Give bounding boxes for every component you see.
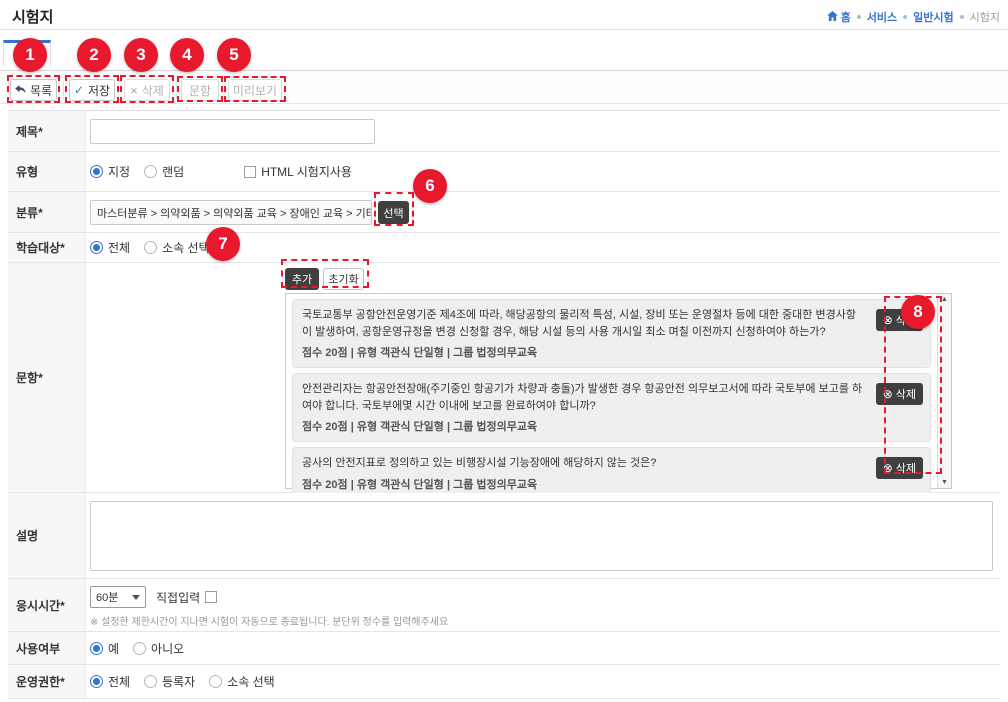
breadcrumb-separator [960,15,964,19]
title-content [86,111,1000,151]
highlight-box-save [65,75,119,103]
home-icon [827,11,838,24]
breadcrumb-home[interactable]: 홈 [827,9,851,25]
questions-label: 문항* [8,263,86,492]
duration-note: ※ 설정한 제한시간이 지나면 시험이 자동으로 종료됩니다. 분단위 정수를 … [90,613,448,628]
duration-row: 응시시간* 60분 직접입력 ※ 설정한 제한시간이 지나면 시험이 자동으로 … [8,579,1000,632]
permission-radio-all[interactable]: 전체 [90,673,130,690]
scroll-up-icon[interactable]: ▲ [941,296,948,303]
direct-input-checkbox[interactable]: 직접입력 [156,589,217,606]
radio-selected-icon [90,165,103,178]
questions-row: 문항* 추가 초기화 국토교통부 공항안전운영기준 제4조에 따라, 해당공항의… [8,263,1000,493]
html-paper-checkbox[interactable]: HTML 시험지사용 [244,163,352,180]
category-content: 마스터분류 > 의약외품 > 의약외품 교육 > 장애인 교육 > 기타 교육 … [86,192,1000,232]
target-radio-org-select[interactable]: 소속 선택 [144,239,210,256]
category-row: 분류* 마스터분류 > 의약외품 > 의약외품 교육 > 장애인 교육 > 기타… [8,192,1000,233]
annotation-badge-8: 8 [901,295,935,329]
radio-icon [209,675,222,688]
category-path-field: 마스터분류 > 의약외품 > 의약외품 교육 > 장애인 교육 > 기타 교육 [90,200,372,225]
breadcrumb-separator [857,15,861,19]
type-content: 지정 랜덤 HTML 시험지사용 [86,152,1000,191]
highlight-box-question [177,76,223,102]
questions-content: 추가 초기화 국토교통부 공항안전운영기준 제4조에 따라, 해당공항의 물리적… [86,263,1000,492]
question-meta: 점수 20점 | 유형 객관식 단일형 | 그룹 법정의무교육 [302,476,866,492]
highlight-box-list [7,75,60,103]
page-header: 시험지 홈 서비스 일반시험 시험지 [0,0,1008,30]
question-cards: 국토교통부 공항안전운영기준 제4조에 따라, 해당공항의 물리적 특성, 시설… [292,299,931,505]
highlight-box-preview [224,76,286,102]
page-title: 시험지 [12,6,53,27]
checkbox-icon [205,591,217,603]
duration-select[interactable]: 60분 [90,586,146,608]
highlight-box-add-reset [281,259,369,288]
use-radio-yes[interactable]: 예 [90,640,119,657]
annotation-badge-1: 1 [13,38,47,72]
question-meta: 점수 20점 | 유형 객관식 단일형 | 그룹 법정의무교육 [302,418,866,434]
permission-radio-org-select[interactable]: 소속 선택 [209,673,275,690]
description-label: 설명 [8,493,86,578]
question-card: 공사의 안전지표로 정의하고 있는 비행장시설 기능장애에 해당하지 않는 것은… [292,447,931,500]
toolbar-divider [63,81,64,99]
radio-selected-icon [90,241,103,254]
radio-icon [144,241,157,254]
radio-icon [133,642,146,655]
duration-content: 60분 직접입력 ※ 설정한 제한시간이 지나면 시험이 자동으로 종료됩니다.… [86,579,1000,631]
breadcrumb-separator [903,15,907,19]
question-text: 국토교통부 공항안전운영기준 제4조에 따라, 해당공항의 물리적 특성, 시설… [302,307,866,340]
question-list: 국토교통부 공항안전운영기준 제4조에 따라, 해당공항의 물리적 특성, 시설… [285,293,952,489]
permission-row: 운영권한* 전체 등록자 소속 선택 [8,665,1000,699]
target-row: 학습대상* 전체 소속 선택 [8,233,1000,263]
title-input[interactable] [90,119,375,144]
use-row: 사용여부 예 아니오 [8,632,1000,665]
exam-form-table: 제목* 유형 지정 랜덤 HTML 시험지사용 [8,110,1000,699]
question-text: 공사의 안전지표로 정의하고 있는 비행장시설 기능장애에 해당하지 않는 것은… [302,455,866,472]
question-meta: 점수 20점 | 유형 객관식 단일형 | 그룹 법정의무교육 [302,344,866,360]
duration-label: 응시시간* [8,579,86,631]
permission-radio-registrant[interactable]: 등록자 [144,673,195,690]
use-label: 사용여부 [8,632,86,664]
exam-paper-form-page: 시험지 홈 서비스 일반시험 시험지 등록 목록 ✓ 저장 × 삭제 [0,0,1008,702]
title-label: 제목* [8,111,86,151]
category-label: 분류* [8,192,86,232]
question-card: 국토교통부 공항안전운영기준 제4조에 따라, 해당공항의 물리적 특성, 시설… [292,299,931,368]
description-content [86,493,1000,578]
annotation-badge-4: 4 [170,38,204,72]
annotation-badge-6: 6 [413,169,447,203]
permission-label: 운영권한* [8,665,86,698]
checkbox-icon [244,166,256,178]
annotation-badge-2: 2 [77,38,111,72]
description-textarea[interactable] [90,501,993,571]
target-radio-all[interactable]: 전체 [90,239,130,256]
chevron-down-icon [132,595,140,600]
question-card: 안전관리자는 항공안전장애(주기중인 항공기가 차량과 충돌)가 발생한 경우 … [292,373,931,442]
highlight-box-delete [120,75,174,103]
type-radio-designated[interactable]: 지정 [90,163,130,180]
breadcrumb-general-exam[interactable]: 일반시험 [913,9,953,25]
annotation-badge-5: 5 [217,38,251,72]
use-content: 예 아니오 [86,632,1000,664]
description-row: 설명 [8,493,1000,579]
use-radio-no[interactable]: 아니오 [133,640,184,657]
highlight-box-category-select [374,192,414,226]
annotation-badge-3: 3 [124,38,158,72]
title-row: 제목* [8,111,1000,152]
question-text: 안전관리자는 항공안전장애(주기중인 항공기가 차량과 충돌)가 발생한 경우 … [302,381,866,414]
scroll-down-icon[interactable]: ▼ [941,479,948,486]
radio-icon [144,165,157,178]
type-label: 유형 [8,152,86,191]
target-label: 학습대상* [8,233,86,262]
annotation-badge-7: 7 [206,227,240,261]
breadcrumb: 홈 서비스 일반시험 시험지 [827,9,1000,25]
type-radio-random[interactable]: 랜덤 [144,163,184,180]
radio-icon [144,675,157,688]
type-row: 유형 지정 랜덤 HTML 시험지사용 [8,152,1000,192]
breadcrumb-current: 시험지 [970,9,1000,25]
radio-selected-icon [90,642,103,655]
permission-content: 전체 등록자 소속 선택 [86,665,1000,698]
breadcrumb-services[interactable]: 서비스 [867,9,897,25]
radio-selected-icon [90,675,103,688]
